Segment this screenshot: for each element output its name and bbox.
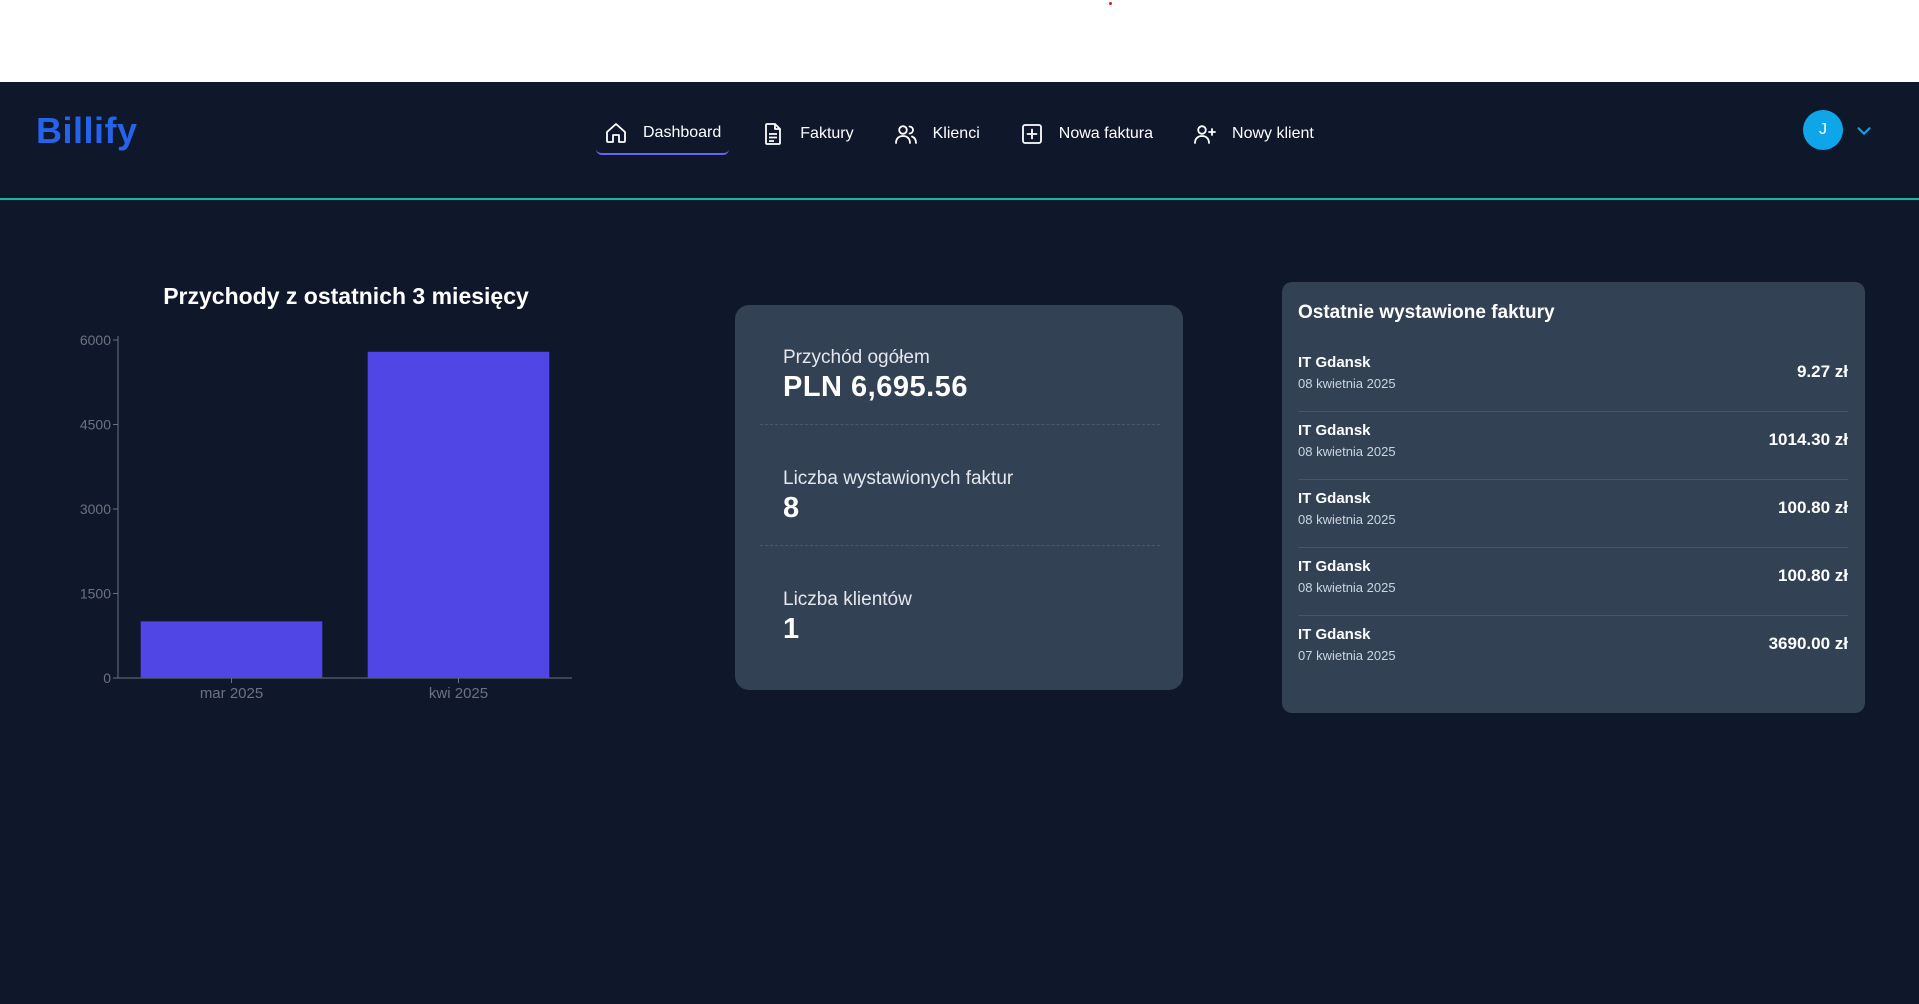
invoice-row[interactable]: IT Gdansk 08 kwietnia 2025 100.80 zł [1298,548,1848,616]
invoice-client: IT Gdansk [1298,354,1371,371]
nav-klienci-label: Klienci [932,125,980,142]
invoice-row[interactable]: IT Gdansk 08 kwietnia 2025 9.27 zł [1298,344,1848,412]
invoice-date: 08 kwietnia 2025 [1298,512,1396,527]
invoice-date: 08 kwietnia 2025 [1298,580,1396,595]
invoice-row[interactable]: IT Gdansk 08 kwietnia 2025 100.80 zł [1298,480,1848,548]
y-tick-label: 3000 [80,501,111,517]
invoice-client: IT Gdansk [1298,558,1371,575]
invoice-date: 08 kwietnia 2025 [1298,444,1396,459]
invoice-amount: 1014.30 zł [1768,430,1848,449]
home-icon [606,123,626,143]
plus-square-icon [1021,124,1042,144]
nav-dashboard-label: Dashboard [643,124,722,141]
invoice-amount: 100.80 zł [1778,566,1848,585]
nav-dashboard[interactable]: Dashboard [596,113,730,155]
nav-nowa-faktura-label: Nowa faktura [1058,125,1154,142]
user-avatar[interactable]: J [1803,110,1843,150]
y-tick-label: 4500 [80,417,111,433]
invoice-amount: 3690.00 zł [1768,634,1848,653]
invoice-client: IT Gdansk [1298,490,1371,507]
recent-invoices-card: Ostatnie wystawione faktury IT Gdansk 08… [1282,282,1865,713]
invoice-row[interactable]: IT Gdansk 07 kwietnia 2025 3690.00 zł [1298,616,1848,684]
nav-nowy-klient[interactable]: Nowy klient [1185,113,1322,155]
chevron-down-icon[interactable] [1853,120,1875,142]
nav-nowa-faktura[interactable]: Nowa faktura [1012,113,1161,155]
invoice-amount: 9.27 zł [1796,362,1848,381]
nav-klienci[interactable]: Klienci [886,113,988,155]
main-nav: Dashboard Faktury Klienci Nowa faktura N… [596,112,1346,156]
bar [367,351,550,678]
red-dot [1109,2,1112,5]
stat-label: Liczba wystawionych faktur [783,468,1014,489]
users-icon [894,125,917,144]
user-plus-icon [1194,125,1216,144]
stat-label: Przychód ogółem [783,347,930,368]
invoice-date: 08 kwietnia 2025 [1298,376,1396,391]
y-tick-label: 0 [103,670,111,686]
y-tick-label: 1500 [80,586,111,602]
app-logo[interactable]: Billify [36,110,138,152]
x-tick-label: mar 2025 [200,685,263,702]
stat-invoice-count: Liczba wystawionych faktur 8 [760,426,1160,546]
bar [140,621,323,678]
stat-total-revenue: Przychód ogółem PLN 6,695.56 [760,305,1160,425]
invoice-client: IT Gdansk [1298,626,1371,643]
nav-faktury-label: Faktury [800,125,854,142]
nav-nowy-klient-label: Nowy klient [1232,125,1314,142]
stats-card: Przychód ogółem PLN 6,695.56 Liczba wyst… [735,305,1183,690]
stat-value: 1 [783,613,800,645]
stat-label: Liczba klientów [783,589,912,610]
stat-value: 8 [783,492,800,524]
invoice-amount: 100.80 zł [1778,498,1848,517]
invoice-list: IT Gdansk 08 kwietnia 2025 9.27 zł IT Gd… [1298,344,1848,684]
revenue-chart: 0 1500 3000 4500 6000 mar 2025 kwi 2025 [80,332,572,702]
document-icon [765,123,782,145]
top-strip [0,0,1919,82]
navbar: Billify Dashboard Faktury Klienci Nowa f… [0,82,1919,200]
invoice-client: IT Gdansk [1298,422,1371,439]
stat-value: PLN 6,695.56 [783,371,968,403]
chart-title: Przychody z ostatnich 3 miesięcy [163,283,529,309]
recent-invoices-title: Ostatnie wystawione faktury [1298,302,1555,323]
nav-faktury[interactable]: Faktury [753,113,861,155]
invoice-row[interactable]: IT Gdansk 08 kwietnia 2025 1014.30 zł [1298,412,1848,480]
y-tick-label: 6000 [80,332,111,348]
invoice-date: 07 kwietnia 2025 [1298,648,1396,663]
stat-client-count: Liczba klientów 1 [760,547,1160,667]
x-tick-label: kwi 2025 [429,685,488,702]
